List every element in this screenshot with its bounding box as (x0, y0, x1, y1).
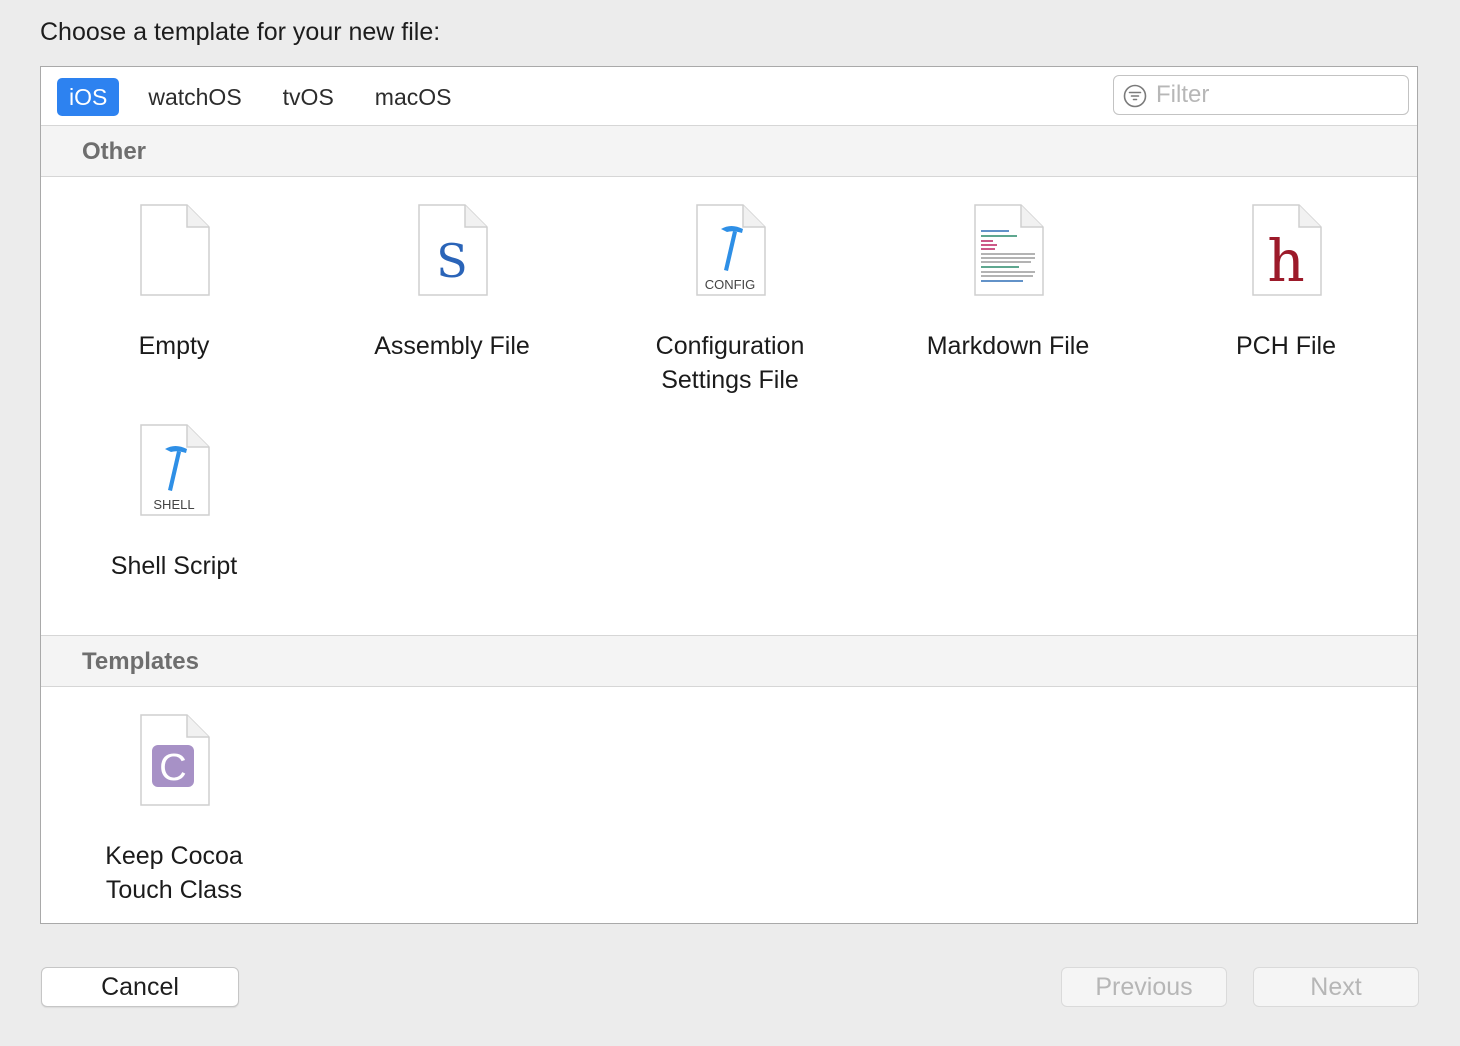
template-label: Empty (138, 332, 210, 360)
tab-tvos[interactable]: tvOS (271, 78, 346, 116)
template-label: PCH File (1235, 332, 1336, 360)
template-item-shell-script[interactable]: SHELL Shell Script (54, 423, 294, 583)
section-title: Templates (82, 648, 199, 675)
template-label: Keep Cocoa Touch Class (105, 842, 243, 904)
next-button[interactable]: Next (1253, 967, 1419, 1007)
markdown-file-icon (974, 204, 1044, 296)
platform-tabs: iOS watchOS tvOS macOS (57, 78, 480, 116)
filter-input[interactable] (1154, 79, 1398, 111)
other-templates-grid: Empty S Assembly File CONFIG Configurati… (41, 177, 1417, 635)
config-caption: CONFIG (705, 277, 756, 292)
template-item-keep-cocoa-touch-class[interactable]: C Keep Cocoa Touch Class (54, 713, 294, 907)
pch-glyph: h (1267, 227, 1304, 295)
section-header-templates: Templates (41, 635, 1417, 687)
cocoa-touch-class-icon: C (140, 714, 210, 806)
shell-script-icon: SHELL (140, 424, 210, 516)
filter-icon (1123, 84, 1147, 108)
template-label: Configuration Settings File (655, 332, 805, 394)
template-item-assembly-file[interactable]: S Assembly File (332, 203, 572, 363)
config-file-icon: CONFIG (696, 204, 766, 296)
custom-templates-grid: C Keep Cocoa Touch Class (41, 687, 1417, 923)
tab-ios[interactable]: iOS (57, 78, 120, 116)
template-label: Assembly File (374, 332, 530, 360)
template-item-pch-file[interactable]: h PCH File (1166, 203, 1406, 363)
tab-watchos[interactable]: watchOS (136, 78, 253, 116)
template-item-empty[interactable]: Empty (54, 203, 294, 363)
section-title: Other (82, 138, 147, 165)
platform-toolbar: iOS watchOS tvOS macOS (41, 67, 1417, 126)
template-label: Shell Script (110, 552, 238, 580)
template-label: Markdown File (926, 332, 1090, 360)
assembly-file-icon: S (418, 204, 488, 296)
template-chooser-panel: iOS watchOS tvOS macOS Other Empty (40, 66, 1418, 924)
template-item-markdown-file[interactable]: Markdown File (888, 203, 1128, 363)
template-item-configuration-settings-file[interactable]: CONFIG Configuration Settings File (610, 203, 850, 397)
pch-file-icon: h (1252, 204, 1322, 296)
cancel-button[interactable]: Cancel (41, 967, 239, 1007)
class-glyph: C (159, 747, 186, 789)
template-prompt: Choose a template for your new file: (40, 18, 441, 46)
previous-button[interactable]: Previous (1061, 967, 1227, 1007)
assembly-glyph: S (436, 234, 468, 288)
shell-caption: SHELL (153, 497, 194, 512)
filter-field[interactable] (1113, 75, 1409, 115)
section-header-other: Other (41, 125, 1417, 177)
empty-file-icon (140, 204, 210, 296)
tab-macos[interactable]: macOS (363, 78, 464, 116)
